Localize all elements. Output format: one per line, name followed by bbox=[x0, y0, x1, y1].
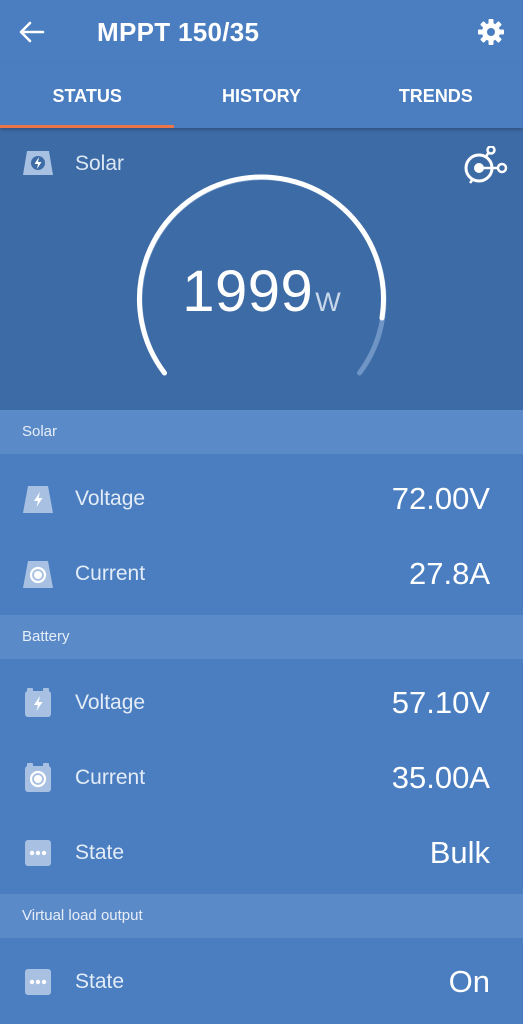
arrow-left-icon bbox=[19, 21, 45, 43]
row-value: 27.8A bbox=[408, 555, 490, 591]
row-battery-voltage[interactable]: Voltage 57.10V bbox=[0, 665, 523, 740]
row-value: On bbox=[448, 963, 490, 999]
section-header-battery: Battery bbox=[0, 615, 523, 659]
row-label: Current bbox=[75, 561, 146, 585]
battery-voltage-icon bbox=[25, 687, 51, 717]
dots-icon bbox=[25, 968, 51, 995]
settings-button[interactable] bbox=[473, 14, 509, 50]
dots-icon bbox=[25, 839, 51, 866]
row-label: Current bbox=[75, 765, 146, 789]
solar-gauge-panel: Solar 1999W bbox=[0, 128, 523, 410]
row-load-state[interactable]: State On bbox=[0, 944, 523, 1019]
row-battery-current[interactable]: Current 35.00A bbox=[0, 740, 523, 815]
gauge-value: 1999W bbox=[0, 258, 523, 325]
page-title: MPPT 150/35 bbox=[97, 17, 260, 47]
solar-voltage-icon bbox=[23, 485, 53, 513]
row-solar-voltage[interactable]: Voltage 72.00V bbox=[0, 461, 523, 536]
tab-trends[interactable]: TRENDS bbox=[349, 64, 523, 128]
gauge-label: Solar bbox=[75, 152, 125, 175]
solar-current-icon bbox=[23, 560, 53, 588]
row-label: State bbox=[75, 969, 125, 993]
back-button[interactable] bbox=[14, 16, 50, 48]
row-battery-state[interactable]: State Bulk bbox=[0, 815, 523, 890]
tab-history[interactable]: HISTORY bbox=[174, 64, 348, 128]
row-value: 57.10V bbox=[391, 684, 490, 720]
row-value: Bulk bbox=[429, 834, 490, 870]
section-header-solar: Solar bbox=[0, 410, 523, 454]
app-root: MPPT 150/35 STATUS HISTORY TRENDS Solar … bbox=[0, 0, 523, 1024]
network-link-icon[interactable] bbox=[463, 146, 509, 186]
row-solar-current[interactable]: Current 27.8A bbox=[0, 536, 523, 611]
row-label: State bbox=[75, 840, 125, 864]
row-value: 35.00A bbox=[391, 759, 490, 795]
gauge-unit: W bbox=[315, 287, 341, 317]
section-header-load: Virtual load output bbox=[0, 894, 523, 938]
tab-bar: STATUS HISTORY TRENDS bbox=[0, 64, 523, 128]
solar-panel-icon bbox=[23, 151, 53, 175]
gear-icon bbox=[478, 19, 504, 45]
row-label: Voltage bbox=[75, 690, 146, 714]
tab-status[interactable]: STATUS bbox=[0, 64, 175, 128]
row-value: 72.00V bbox=[391, 480, 490, 516]
top-bar: MPPT 150/35 bbox=[0, 0, 523, 64]
gauge-number: 1999 bbox=[182, 259, 314, 324]
battery-current-icon bbox=[25, 762, 51, 792]
row-label: Voltage bbox=[75, 486, 146, 510]
